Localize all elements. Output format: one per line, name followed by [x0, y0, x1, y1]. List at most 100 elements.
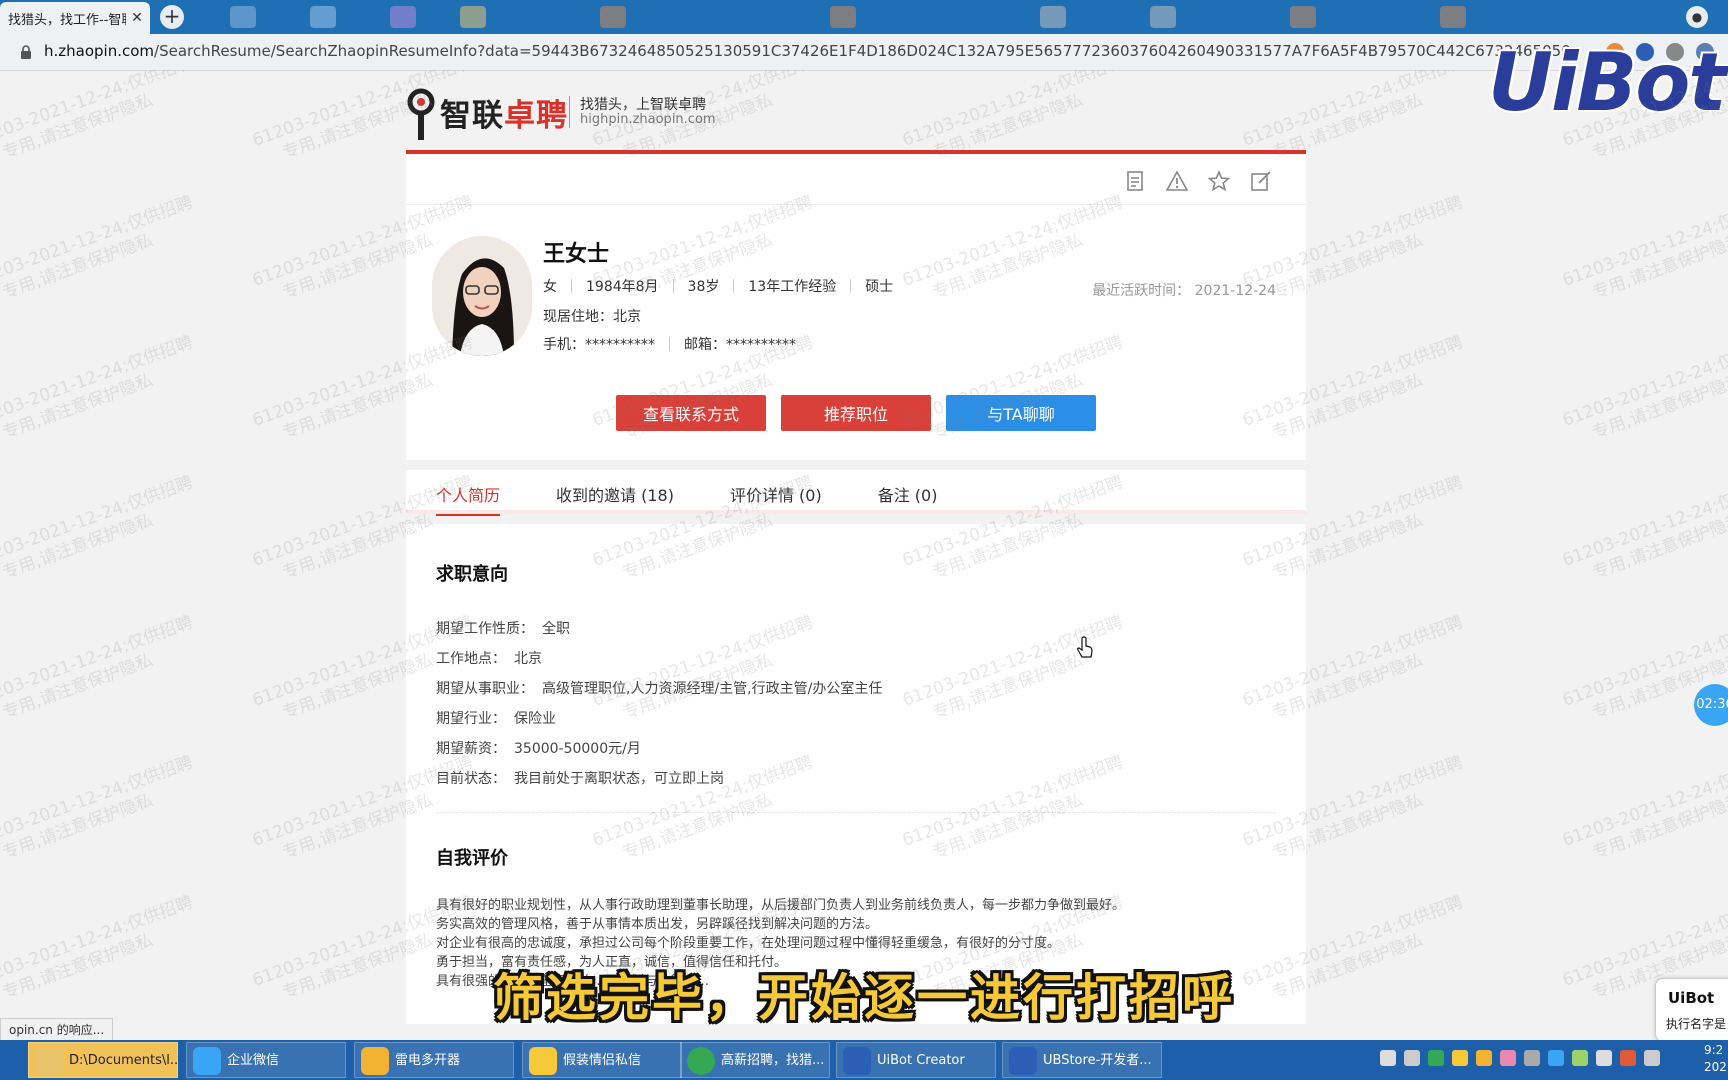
background-tab-icon[interactable] — [1150, 6, 1176, 28]
windows-taskbar: D:\Documents\l... 企业微信 雷电多开器 假装情侣私信 高薪招聘… — [0, 1040, 1728, 1080]
system-tray — [1380, 1050, 1660, 1066]
intent-row: 工作地点： 北京 — [436, 648, 542, 668]
emulator-icon — [361, 1047, 389, 1075]
tray-keyboard-icon[interactable] — [1380, 1050, 1396, 1066]
last-active-time: 最近活跃时间： 2021-12-24 — [1092, 283, 1276, 299]
watermark-line: 61203-2021-12-24;仅供招聘 — [1559, 332, 1728, 431]
watermark-text: 61203-2021-12-24;仅供招聘专用,请注意保护隐私 — [1559, 332, 1728, 453]
background-tab-icon[interactable] — [1290, 6, 1316, 28]
intent-value: 高级管理职位,人力资源经理/主管,行政主管/办公室主任 — [542, 681, 883, 697]
site-header: 智联卓聘 找猎头，上智联卓聘 highpin.zhaopin.com — [406, 84, 1306, 148]
watermark-line: 61203-2021-12-24;仅供招聘 — [1559, 472, 1728, 571]
uibot-logo-watermark: UiBot — [1488, 36, 1727, 129]
hand-cursor-icon — [1077, 636, 1093, 658]
candidate-gender: 女 — [543, 279, 557, 295]
tray-app-icon[interactable] — [1572, 1050, 1588, 1066]
info-separator — [850, 279, 852, 293]
section-title-intent: 求职意向 — [436, 564, 508, 585]
intent-value: 35000-50000元/月 — [514, 741, 641, 757]
candidate-experience: 13年工作经验 — [748, 279, 837, 295]
watermark-text: 61203-2021-12-24;仅供招聘专用,请注意保护隐私 — [0, 332, 203, 453]
resume-toolbar — [406, 154, 1306, 205]
wecom-icon — [193, 1047, 221, 1075]
folder-icon — [35, 1047, 63, 1075]
tray-app-icon[interactable] — [1452, 1050, 1468, 1066]
address-bar[interactable]: h.zhaopin.com/SearchResume/SearchZhaopin… — [0, 34, 1728, 71]
taskbar-item[interactable]: 企业微信 — [186, 1042, 346, 1078]
taskbar-item-label: UiBot Creator — [877, 1053, 965, 1068]
clock-time: 9:2 — [1704, 1043, 1724, 1057]
report-warning-icon[interactable] — [1166, 170, 1188, 192]
intent-row: 期望从事职业： 高级管理职位,人力资源经理/主管,行政主管/办公室主任 — [436, 678, 882, 698]
watermark-line: 专用,请注意保护隐私 — [1589, 370, 1728, 444]
candidate-age: 38岁 — [687, 279, 720, 295]
url-path: /SearchResume/SearchZhaopinResumeInfo?da… — [154, 42, 1574, 60]
tray-volume-icon[interactable] — [1596, 1050, 1612, 1066]
tray-app-icon[interactable] — [1500, 1050, 1516, 1066]
background-tab-icon[interactable] — [600, 6, 626, 28]
tab-close-icon[interactable]: ✕ — [126, 10, 148, 26]
favorite-star-icon[interactable] — [1208, 170, 1230, 192]
taskbar-item[interactable]: D:\Documents\l... — [28, 1042, 178, 1078]
section-divider — [436, 812, 1276, 813]
browser-tab[interactable]: 找猎头，找工作--智联 ✕ — [0, 2, 150, 34]
browser-tab-bar: 找猎头，找工作--智联 ✕ + ● — [0, 0, 1728, 34]
candidate-degree: 硕士 — [865, 279, 894, 295]
background-tab-icon[interactable] — [830, 6, 856, 28]
taskbar-item-label: 假装情侣私信 — [563, 1053, 642, 1068]
intent-key: 工作地点： — [436, 651, 506, 667]
intent-value: 保险业 — [514, 711, 556, 727]
site-logo[interactable]: 智联卓聘 — [440, 90, 568, 135]
section-title-self-eval: 自我评价 — [436, 848, 508, 869]
taskbar-item-label: 高薪招聘，找猎... — [721, 1053, 825, 1068]
background-tab-icon[interactable] — [230, 6, 256, 28]
tray-app-icon[interactable] — [1620, 1050, 1636, 1066]
profile-icon[interactable]: ● — [1686, 6, 1708, 28]
info-separator — [669, 337, 670, 351]
taskbar-item[interactable]: 假装情侣私信 — [522, 1042, 682, 1078]
taskbar-item[interactable]: UiBot Creator — [836, 1042, 996, 1078]
new-tab-button[interactable]: + — [160, 5, 184, 29]
tray-chrome-icon[interactable] — [1428, 1050, 1444, 1066]
watermark-line: 61203-2021-12-24;仅供招聘 — [0, 332, 196, 431]
intent-value: 北京 — [514, 651, 542, 667]
recommend-job-button[interactable]: 推荐职位 — [781, 395, 931, 431]
self-eval-line: 具有很好的职业规划性，从人事行政助理到董事长助理，从后援部门负责人到业务前线负责… — [436, 898, 1126, 913]
taskbar-item[interactable]: UBStore-开发者... — [1002, 1042, 1162, 1078]
watermark-line: 61203-2021-12-24;仅供招聘 — [0, 70, 196, 151]
uibot-icon — [843, 1047, 871, 1075]
timer-bubble[interactable]: 02:36 — [1694, 684, 1728, 726]
intent-key: 期望从事职业： — [436, 681, 534, 697]
watermark-line: 专用,请注意保护隐私 — [0, 230, 156, 304]
tray-speaker-icon[interactable] — [1644, 1050, 1660, 1066]
background-tab-icon[interactable] — [1440, 6, 1466, 28]
view-contact-button[interactable]: 查看联系方式 — [616, 395, 766, 431]
background-tab-icon[interactable] — [460, 6, 486, 28]
chat-button[interactable]: 与TA聊聊 — [946, 395, 1096, 431]
candidate-contact: 手机：********** 邮箱：********** — [543, 334, 796, 354]
watermark-line: 61203-2021-12-24;仅供招聘 — [0, 192, 196, 291]
candidate-basic-info: 女 1984年8月 38岁 13年工作经验 硕士 — [543, 276, 893, 296]
tray-network-icon[interactable] — [1404, 1050, 1420, 1066]
taskbar-item[interactable]: 雷电多开器 — [354, 1042, 514, 1078]
tray-app-icon[interactable] — [1548, 1050, 1564, 1066]
watermark-line: 专用,请注意保护隐私 — [0, 790, 156, 864]
watermark-text: 61203-2021-12-24;仅供招聘专用,请注意保护隐私 — [1559, 472, 1728, 593]
background-tab-icon[interactable] — [1040, 6, 1066, 28]
background-tab-icon[interactable] — [310, 6, 336, 28]
taskbar-item-label: 企业微信 — [227, 1053, 280, 1068]
document-icon[interactable] — [1124, 170, 1146, 192]
app-icon — [529, 1047, 557, 1075]
intent-row: 期望行业： 保险业 — [436, 708, 556, 728]
taskbar-item-label: 雷电多开器 — [395, 1053, 461, 1068]
tray-app-icon[interactable] — [1524, 1050, 1540, 1066]
url-text[interactable]: h.zhaopin.com/SearchResume/SearchZhaopin… — [44, 42, 1574, 60]
edit-icon[interactable] — [1250, 170, 1272, 192]
tray-app-icon[interactable] — [1476, 1050, 1492, 1066]
watermark-line: 专用,请注意保护隐私 — [0, 650, 156, 724]
system-clock[interactable]: 9:2 202 — [1704, 1042, 1728, 1076]
background-tab-icon[interactable] — [390, 6, 416, 28]
magnifier-logo-icon[interactable] — [406, 88, 436, 142]
taskbar-item[interactable]: 高薪招聘，找猎... — [680, 1042, 830, 1078]
ubstore-icon — [1009, 1047, 1037, 1075]
